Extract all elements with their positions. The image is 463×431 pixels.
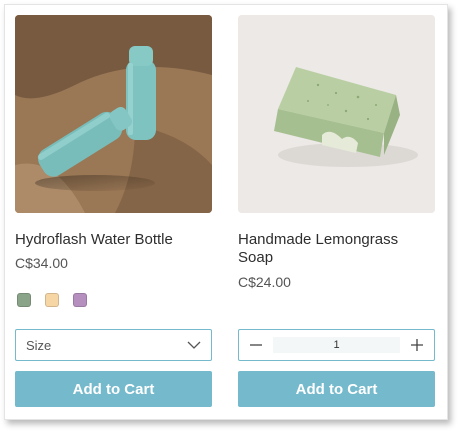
add-to-cart-button[interactable]: Add to Cart (238, 371, 435, 407)
chevron-down-icon (187, 336, 201, 354)
product-image-soap[interactable] (238, 15, 435, 213)
product-price: C$34.00 (15, 255, 68, 271)
color-swatch-lavender[interactable] (73, 293, 87, 307)
minus-icon[interactable] (247, 336, 265, 354)
product-image-water-bottle[interactable] (15, 15, 212, 213)
size-select-label: Size (26, 337, 52, 353)
size-select[interactable]: Size (15, 329, 212, 361)
product-card-water-bottle: Hydroflash Water Bottle C$34.00 Size Add… (15, 15, 212, 407)
quantity-stepper: 1 (238, 329, 435, 361)
product-price: C$24.00 (238, 274, 291, 290)
add-to-cart-button[interactable]: Add to Cart (15, 371, 212, 407)
soap-illustration (238, 15, 435, 213)
product-name[interactable]: Hydroflash Water Bottle (15, 231, 212, 249)
product-name[interactable]: Handmade Lemongrass Soap (238, 231, 435, 267)
color-swatches (17, 293, 87, 307)
quantity-input[interactable]: 1 (273, 337, 400, 353)
color-swatch-sage[interactable] (17, 293, 31, 307)
water-bottle-illustration (15, 15, 212, 213)
color-swatch-peach[interactable] (45, 293, 59, 307)
product-card-soap: Handmade Lemongrass Soap C$24.00 1 Add t… (238, 15, 435, 407)
plus-icon[interactable] (408, 336, 426, 354)
product-gallery: Hydroflash Water Bottle C$34.00 Size Add… (4, 4, 448, 420)
